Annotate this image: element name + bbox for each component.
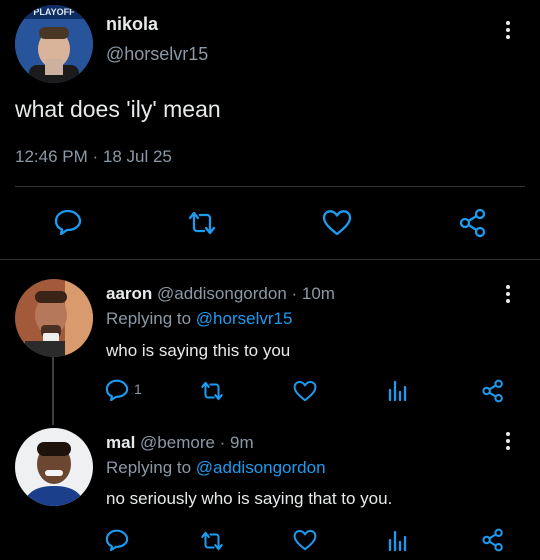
replying-to: Replying to @addisongordon: [106, 458, 326, 478]
like-icon[interactable]: [322, 209, 352, 236]
replying-to-prefix: Replying to: [106, 309, 192, 328]
reply-handle[interactable]: @addisongordon: [157, 284, 287, 303]
replying-to: Replying to @horselvr15: [106, 309, 292, 329]
main-timestamp[interactable]: 12:46 PM · 18 Jul 25: [15, 147, 172, 167]
reply-time[interactable]: · 10m: [292, 284, 335, 303]
reply-display-name[interactable]: aaron: [106, 284, 152, 303]
reply-handle[interactable]: @bemore: [140, 433, 215, 452]
main-display-name[interactable]: nikola: [106, 14, 158, 35]
reply-header: mal @bemore · 9m: [106, 433, 254, 453]
analytics-icon[interactable]: [388, 378, 408, 402]
avatar-aaron[interactable]: [15, 279, 93, 357]
thread-line: [52, 357, 54, 425]
reply-icon[interactable]: [105, 529, 129, 551]
reply-display-name[interactable]: mal: [106, 433, 135, 452]
divider: [15, 186, 525, 187]
replying-to-link[interactable]: @horselvr15: [196, 309, 293, 328]
replying-to-prefix: Replying to: [106, 458, 192, 477]
avatar-badge: PLAYOFF: [33, 7, 75, 17]
reply-icon[interactable]: [105, 379, 129, 401]
avatar-nikola[interactable]: PLAYOFF: [15, 5, 93, 83]
retweet-icon[interactable]: [186, 210, 218, 236]
like-icon[interactable]: [293, 529, 317, 551]
reply-text: no seriously who is saying that to you.: [106, 489, 393, 508]
analytics-icon[interactable]: [388, 528, 408, 552]
reply-header: aaron @addisongordon · 10m: [106, 284, 335, 304]
share-icon[interactable]: [481, 528, 505, 552]
retweet-icon[interactable]: [199, 380, 225, 402]
more-icon[interactable]: [506, 285, 512, 303]
replying-to-link[interactable]: @addisongordon: [196, 458, 326, 477]
main-handle[interactable]: @horselvr15: [106, 44, 208, 65]
more-icon[interactable]: [506, 21, 512, 39]
more-icon[interactable]: [506, 432, 512, 450]
share-icon[interactable]: [481, 379, 505, 403]
share-icon[interactable]: [458, 208, 488, 238]
main-tweet-text: what does 'ily' mean: [15, 96, 221, 122]
avatar-mal[interactable]: [15, 428, 93, 506]
like-icon[interactable]: [293, 380, 317, 402]
retweet-icon[interactable]: [199, 530, 225, 552]
reply-time[interactable]: · 9m: [220, 433, 254, 452]
reply-icon[interactable]: [54, 209, 82, 235]
reply-text: who is saying this to you: [106, 341, 291, 360]
divider: [0, 259, 540, 260]
reply-count: 1: [134, 381, 142, 397]
